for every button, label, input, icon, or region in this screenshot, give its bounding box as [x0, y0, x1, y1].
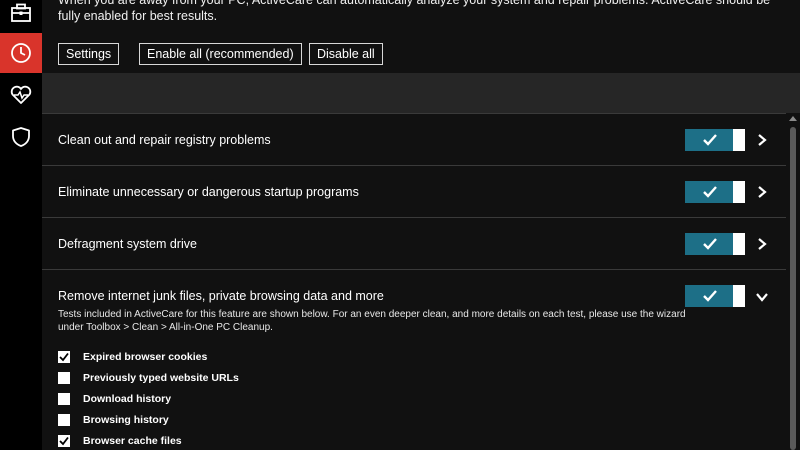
toggle-knob	[733, 181, 745, 203]
check-item-typed-urls[interactable]: Previously typed website URLs	[58, 367, 239, 388]
clock-icon	[11, 43, 31, 63]
feature-row-registry[interactable]: Clean out and repair registry problems	[42, 113, 786, 165]
checkbox[interactable]	[58, 392, 70, 405]
checkbox[interactable]	[58, 371, 70, 384]
feature-label: Remove internet junk files, private brow…	[58, 289, 384, 303]
nav-protection[interactable]	[0, 117, 42, 157]
checkmark-icon	[59, 436, 69, 445]
nav-toolbox[interactable]	[0, 0, 42, 33]
check-label: Expired browser cookies	[83, 350, 208, 363]
chevron-right-icon[interactable]	[755, 185, 769, 199]
chevron-right-icon[interactable]	[755, 237, 769, 251]
intro-text: When you are away from your PC, ActiveCa…	[58, 0, 771, 23]
toggle-knob	[733, 233, 745, 255]
checkbox[interactable]	[58, 350, 70, 363]
test-checklist: Expired browser cookies Previously typed…	[58, 346, 239, 450]
toggle-knob	[733, 129, 745, 151]
checkmark-icon	[703, 238, 717, 250]
checkmark-icon	[703, 134, 717, 146]
header-band	[42, 73, 800, 113]
feature-toggle[interactable]	[685, 129, 745, 151]
check-label: Browsing history	[83, 413, 169, 426]
checkmark-icon	[59, 352, 69, 361]
scroll-up-arrow-icon[interactable]	[789, 116, 797, 121]
disable-all-button[interactable]: Disable all	[309, 43, 383, 65]
nav-health[interactable]	[0, 75, 42, 115]
check-item-cache-files[interactable]: Browser cache files	[58, 430, 239, 450]
feature-row-defragment[interactable]: Defragment system drive	[42, 217, 786, 269]
nav-clock[interactable]	[0, 33, 42, 73]
settings-button[interactable]: Settings	[58, 43, 120, 65]
feature-label: Eliminate unnecessary or dangerous start…	[58, 185, 359, 199]
check-label: Browser cache files	[83, 434, 182, 447]
check-item-download-history[interactable]: Download history	[58, 388, 239, 409]
check-label: Download history	[83, 392, 172, 405]
shield-icon	[12, 127, 30, 147]
sidebar	[0, 0, 42, 450]
checkmark-icon	[703, 186, 717, 198]
enable-all-button[interactable]: Enable all (recommended)	[139, 43, 302, 65]
feature-label: Defragment system drive	[58, 237, 197, 251]
toggle-knob	[733, 285, 745, 307]
feature-row-startup[interactable]: Eliminate unnecessary or dangerous start…	[42, 165, 786, 217]
chevron-right-icon[interactable]	[755, 133, 769, 147]
checkbox[interactable]	[58, 413, 70, 426]
feature-toggle[interactable]	[685, 181, 745, 203]
chevron-down-icon[interactable]	[755, 290, 769, 304]
check-label: Previously typed website URLs	[83, 371, 239, 384]
feature-toggle[interactable]	[685, 233, 745, 255]
scrollbar[interactable]	[786, 113, 800, 450]
heartbeat-icon	[10, 85, 32, 104]
checkmark-icon	[703, 290, 717, 302]
main-content: When you are away from your PC, ActiveCa…	[42, 0, 800, 450]
check-item-browsing-history[interactable]: Browsing history	[58, 409, 239, 430]
feature-toggle[interactable]	[685, 285, 745, 307]
feature-description: Tests included in ActiveCare for this fe…	[58, 309, 686, 333]
check-item-cookies[interactable]: Expired browser cookies	[58, 346, 239, 367]
scroll-thumb[interactable]	[790, 127, 796, 450]
feature-label: Clean out and repair registry problems	[58, 133, 271, 147]
toolbox-icon	[11, 3, 31, 22]
checkbox[interactable]	[58, 434, 70, 447]
